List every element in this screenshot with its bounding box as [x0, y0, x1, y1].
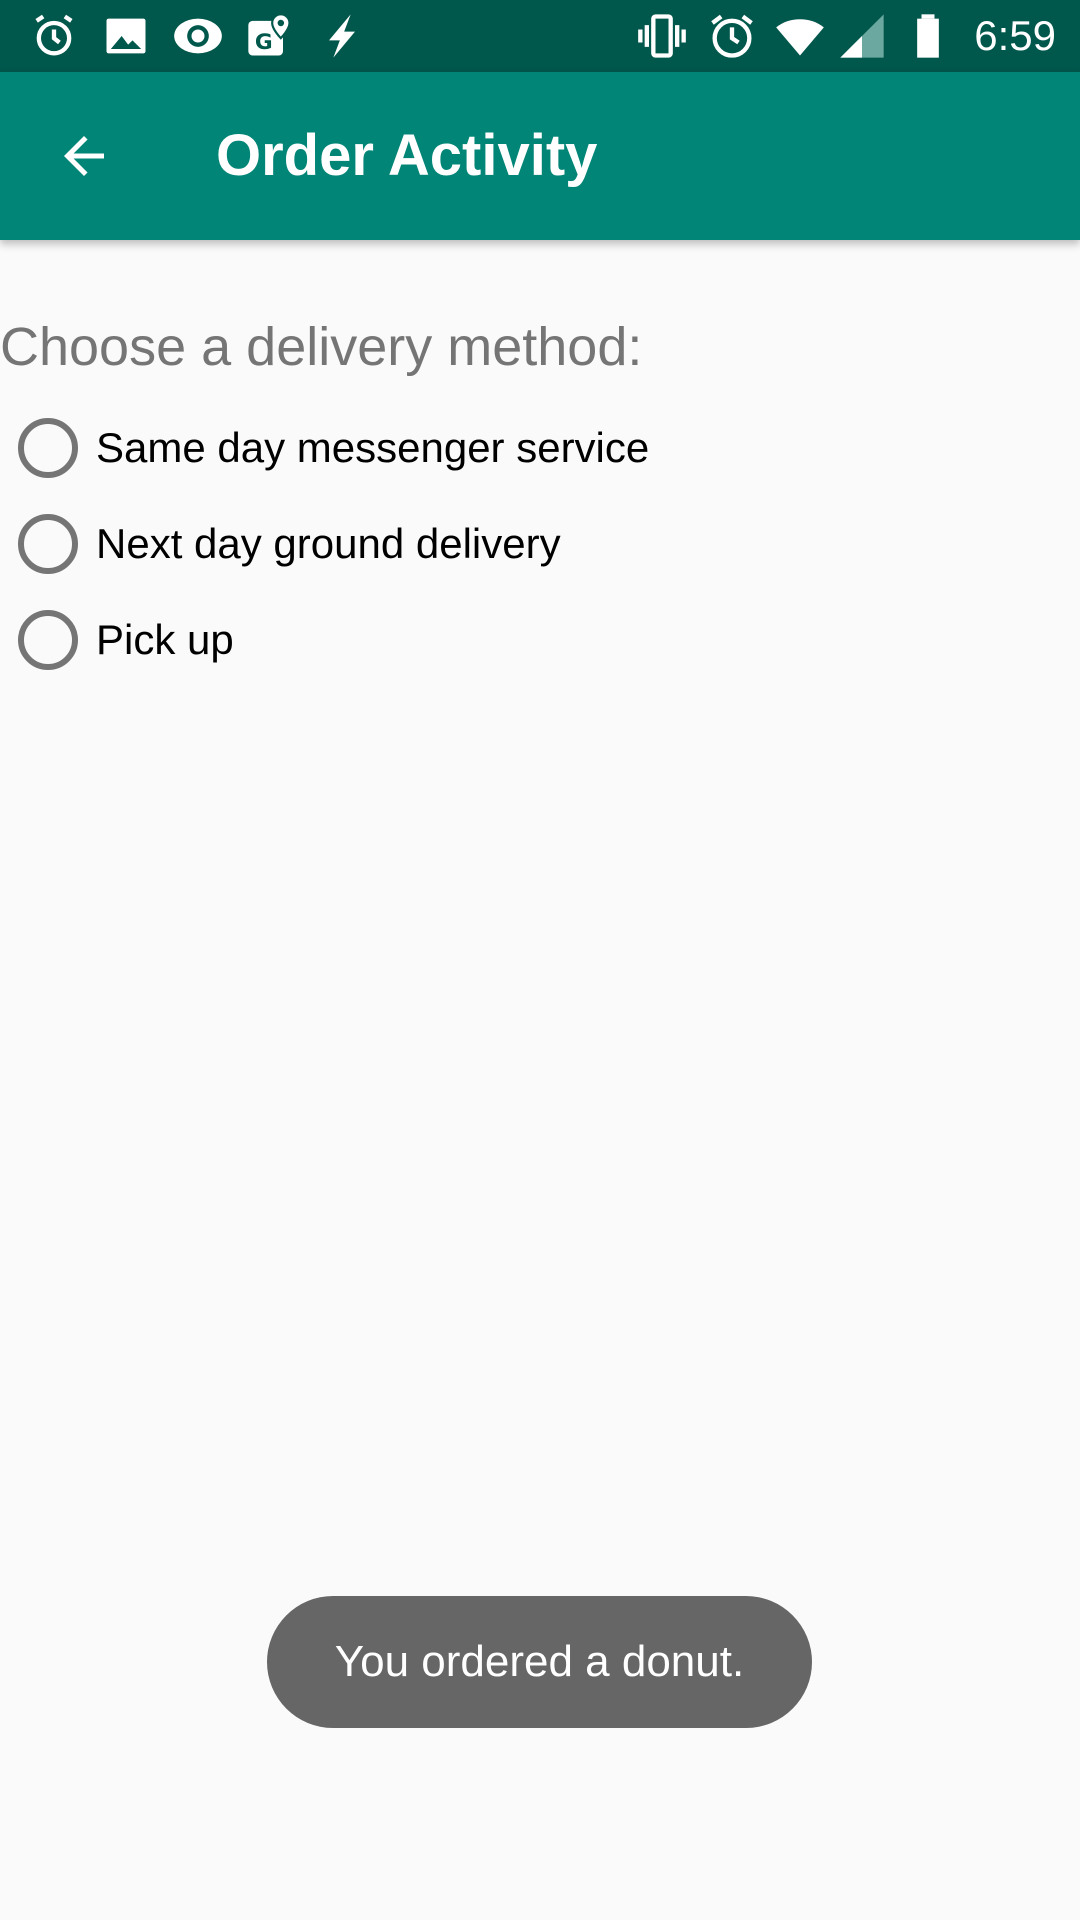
- radio-button[interactable]: [18, 610, 78, 670]
- radio-next-day-ground[interactable]: Next day ground delivery: [0, 496, 1080, 592]
- app-bar: Order Activity: [0, 72, 1080, 240]
- alarm-icon: [706, 10, 758, 62]
- cell-signal-icon: [836, 10, 888, 62]
- battery-icon: [902, 10, 954, 62]
- toast-message: You ordered a donut.: [267, 1596, 812, 1728]
- vibrate-icon: [636, 10, 688, 62]
- wifi-icon: [774, 10, 826, 62]
- radio-pick-up[interactable]: Pick up: [0, 592, 1080, 688]
- radio-button[interactable]: [18, 418, 78, 478]
- bolt-icon: [316, 10, 368, 62]
- arrow-back-icon: [64, 136, 104, 176]
- radio-label[interactable]: Next day ground delivery: [96, 520, 561, 568]
- status-time: 6:59: [974, 12, 1056, 59]
- radio-label[interactable]: Pick up: [96, 616, 234, 664]
- status-bar: G 6:59: [0, 0, 1080, 72]
- delivery-method-radio-group: Same day messenger service Next day grou…: [0, 400, 1080, 688]
- eye-icon: [172, 10, 224, 62]
- toast-text: You ordered a donut.: [334, 1637, 745, 1686]
- radio-same-day-messenger[interactable]: Same day messenger service: [0, 400, 1080, 496]
- page-title: Order Activity: [216, 123, 598, 188]
- svg-text:G: G: [255, 30, 273, 55]
- back-button[interactable]: [36, 108, 132, 204]
- image-icon: [100, 10, 152, 62]
- radio-button[interactable]: [18, 514, 78, 574]
- radio-label[interactable]: Same day messenger service: [96, 424, 649, 472]
- delivery-method-prompt: Choose a delivery method:: [0, 317, 643, 377]
- map-pin-icon: G: [244, 10, 296, 62]
- alarm-clock-icon: [28, 10, 80, 62]
- order-activity-screen: G 6:59 Order Activity Choose a delivery …: [0, 0, 1080, 1920]
